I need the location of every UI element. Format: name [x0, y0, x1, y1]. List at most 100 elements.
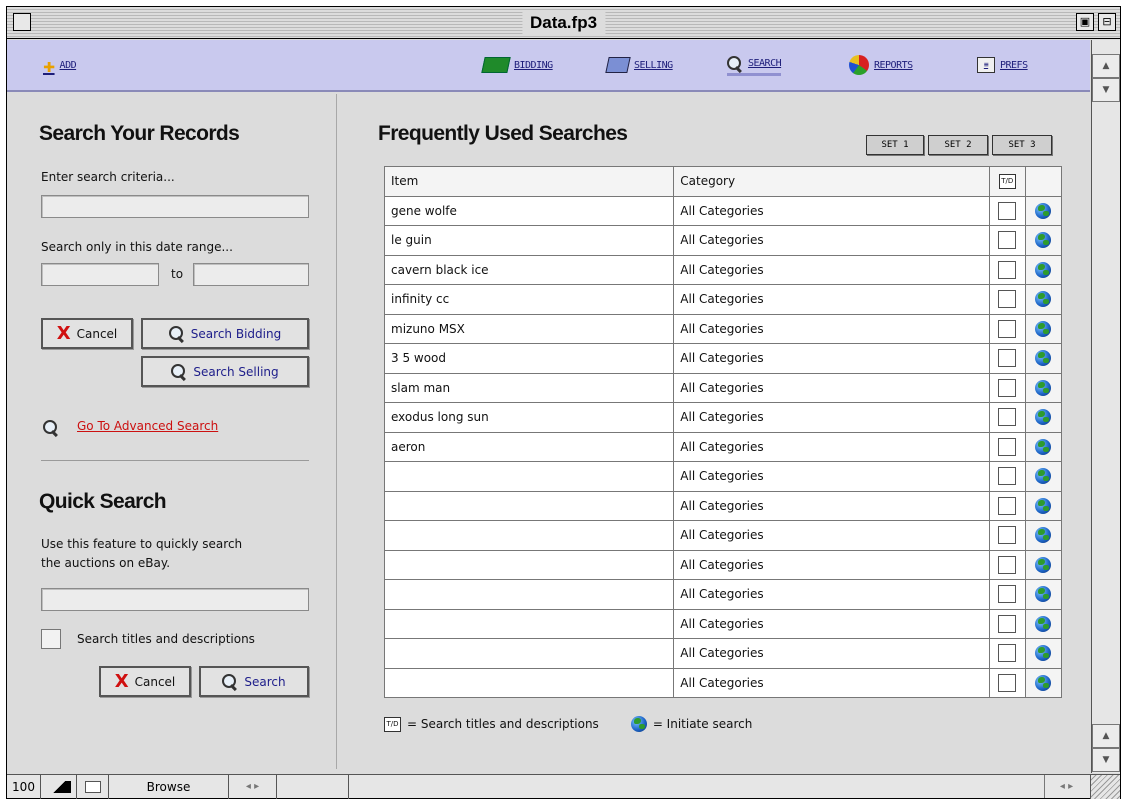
initiate-search-cell[interactable] — [1024, 490, 1063, 521]
row-checkbox[interactable] — [998, 496, 1017, 515]
titles-descriptions-checkbox-cell[interactable] — [988, 667, 1026, 698]
close-box[interactable] — [13, 13, 31, 31]
row-checkbox[interactable] — [998, 290, 1017, 309]
table-row[interactable]: All Categories — [383, 490, 1063, 521]
table-row[interactable]: le guin All Categories — [383, 225, 1063, 256]
globe-icon[interactable] — [1035, 497, 1052, 514]
item-cell[interactable]: exodus long sun — [383, 402, 675, 433]
titles-descriptions-checkbox-cell[interactable] — [988, 284, 1026, 315]
category-cell[interactable]: All Categories — [673, 490, 990, 521]
cancel-button[interactable]: X Cancel — [41, 318, 133, 349]
globe-icon[interactable] — [1035, 674, 1052, 691]
search-criteria-input[interactable] — [41, 195, 309, 218]
globe-icon[interactable] — [1035, 586, 1052, 603]
initiate-search-cell[interactable] — [1024, 579, 1063, 610]
titles-descriptions-checkbox-cell[interactable] — [988, 431, 1026, 462]
search-bidding-button[interactable]: Search Bidding — [141, 318, 309, 349]
vertical-scrollbar[interactable]: ▲ ▼ ▲ ▼ — [1091, 40, 1120, 773]
titles-descriptions-checkbox-cell[interactable] — [988, 461, 1026, 492]
scroll-down-arrow-top[interactable]: ▼ — [1092, 78, 1120, 102]
globe-icon[interactable] — [1035, 556, 1052, 573]
globe-icon[interactable] — [1035, 645, 1052, 662]
table-row[interactable]: mizuno MSX All Categories — [383, 313, 1063, 344]
quick-search-input[interactable] — [41, 588, 309, 611]
initiate-search-cell[interactable] — [1024, 638, 1063, 669]
category-cell[interactable]: All Categories — [673, 343, 990, 374]
titles-descriptions-checkbox-cell[interactable] — [988, 343, 1026, 374]
globe-icon[interactable] — [1035, 350, 1052, 367]
item-cell[interactable] — [383, 579, 675, 610]
category-cell[interactable]: All Categories — [673, 638, 990, 669]
table-row[interactable]: aeron All Categories — [383, 431, 1063, 462]
row-checkbox[interactable] — [998, 555, 1017, 574]
item-cell[interactable]: cavern black ice — [383, 254, 675, 285]
titles-descriptions-checkbox-cell[interactable] — [988, 579, 1026, 610]
table-row[interactable]: All Categories — [383, 461, 1063, 492]
table-row[interactable]: cavern black ice All Categories — [383, 254, 1063, 285]
resize-grip[interactable] — [1090, 775, 1120, 799]
item-cell[interactable] — [383, 667, 675, 698]
table-row[interactable]: exodus long sun All Categories — [383, 402, 1063, 433]
globe-icon[interactable] — [1035, 409, 1052, 426]
initiate-search-cell[interactable] — [1024, 254, 1063, 285]
row-checkbox[interactable] — [998, 437, 1017, 456]
titles-descriptions-checkbox-cell[interactable] — [988, 195, 1026, 226]
category-cell[interactable]: All Categories — [673, 608, 990, 639]
initiate-search-cell[interactable] — [1024, 608, 1063, 639]
set-3-button[interactable]: SET 3 — [992, 135, 1052, 155]
selling-button[interactable]: SELLING — [605, 54, 673, 76]
initiate-search-cell[interactable] — [1024, 225, 1063, 256]
item-cell[interactable] — [383, 549, 675, 580]
prefs-button[interactable]: ≡ PREFS — [977, 54, 1028, 76]
globe-icon[interactable] — [1035, 379, 1052, 396]
category-cell[interactable]: All Categories — [673, 225, 990, 256]
initiate-search-cell[interactable] — [1024, 549, 1063, 580]
table-row[interactable]: All Categories — [383, 667, 1063, 698]
initiate-search-cell[interactable] — [1024, 667, 1063, 698]
titles-descriptions-checkbox-cell[interactable] — [988, 520, 1026, 551]
initiate-search-cell[interactable] — [1024, 520, 1063, 551]
date-from-input[interactable] — [41, 263, 159, 286]
item-cell[interactable]: mizuno MSX — [383, 313, 675, 344]
initiate-search-cell[interactable] — [1024, 343, 1063, 374]
item-cell[interactable]: slam man — [383, 372, 675, 403]
initiate-search-cell[interactable] — [1024, 402, 1063, 433]
category-cell[interactable]: All Categories — [673, 461, 990, 492]
globe-icon[interactable] — [1035, 438, 1052, 455]
table-row[interactable]: All Categories — [383, 520, 1063, 551]
zoom-mountains-icon[interactable] — [41, 774, 77, 799]
zoom-box[interactable]: ▣ — [1076, 13, 1094, 31]
row-checkbox[interactable] — [998, 408, 1017, 427]
titles-descriptions-checkbox-cell[interactable] — [988, 490, 1026, 521]
search-tab-button[interactable]: SEARCH — [727, 54, 782, 76]
title-bar[interactable]: Data.fp3 ▣ ⊟ — [7, 7, 1120, 39]
scroll-arrows-icon[interactable]: ◂ ▸ — [1044, 775, 1088, 798]
row-checkbox[interactable] — [998, 585, 1017, 604]
category-cell[interactable]: All Categories — [673, 549, 990, 580]
row-checkbox[interactable] — [998, 349, 1017, 368]
globe-icon[interactable] — [1035, 232, 1052, 249]
category-cell[interactable]: All Categories — [673, 284, 990, 315]
globe-icon[interactable] — [1035, 320, 1052, 337]
row-checkbox[interactable] — [998, 201, 1017, 220]
scroll-down-arrow[interactable]: ▼ — [1092, 748, 1120, 772]
quick-cancel-button[interactable]: X Cancel — [99, 666, 191, 697]
table-row[interactable]: All Categories — [383, 638, 1063, 669]
table-row[interactable]: gene wolfe All Categories — [383, 195, 1063, 226]
mode-indicator[interactable]: Browse — [109, 774, 229, 799]
category-cell[interactable]: All Categories — [673, 402, 990, 433]
table-row[interactable]: All Categories — [383, 549, 1063, 580]
globe-icon[interactable] — [1035, 202, 1052, 219]
globe-icon[interactable] — [1035, 291, 1052, 308]
category-cell[interactable]: All Categories — [673, 579, 990, 610]
table-row[interactable]: infinity cc All Categories — [383, 284, 1063, 315]
initiate-search-cell[interactable] — [1024, 284, 1063, 315]
bidding-button[interactable]: BIDDING — [481, 54, 553, 76]
initiate-search-cell[interactable] — [1024, 372, 1063, 403]
category-cell[interactable]: All Categories — [673, 667, 990, 698]
advanced-search-link[interactable]: Go To Advanced Search — [77, 419, 218, 433]
row-checkbox[interactable] — [998, 467, 1017, 486]
item-cell[interactable]: gene wolfe — [383, 195, 675, 226]
category-cell[interactable]: All Categories — [673, 431, 990, 462]
table-row[interactable]: slam man All Categories — [383, 372, 1063, 403]
